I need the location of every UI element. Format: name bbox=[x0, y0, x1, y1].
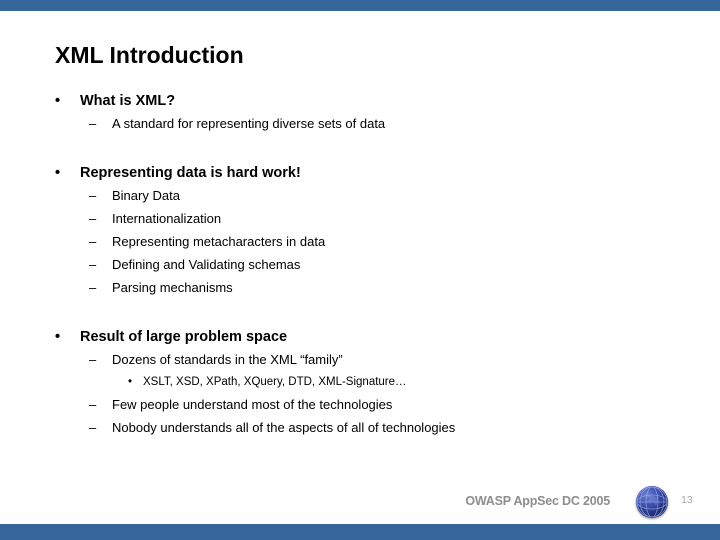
dash-marker-icon: – bbox=[89, 257, 97, 272]
bullet-level2-text: Internationalization bbox=[112, 211, 222, 226]
bullet-group: • Representing data is hard work! – Bina… bbox=[0, 162, 720, 299]
dash-marker-icon: – bbox=[89, 116, 97, 131]
dash-marker-icon: – bbox=[89, 352, 97, 367]
bullet-level2: – Representing metacharacters in data bbox=[0, 230, 720, 253]
bullet-level2: – Dozens of standards in the XML “family… bbox=[0, 348, 720, 371]
bullet-level2: – Nobody understands all of the aspects … bbox=[0, 416, 720, 439]
bullet-level2: – Internationalization bbox=[0, 207, 720, 230]
bullet-level2: – Defining and Validating schemas bbox=[0, 253, 720, 276]
bullet-level1-text: What is XML? bbox=[80, 93, 176, 109]
bullet-level1-text: Representing data is hard work! bbox=[80, 165, 301, 181]
bullet-level2-text: Representing metacharacters in data bbox=[112, 234, 326, 249]
bullet-level2: – Few people understand most of the tech… bbox=[0, 393, 720, 416]
bullet-group: • What is XML? – A standard for represen… bbox=[0, 90, 720, 135]
bullet-level2-text: Defining and Validating schemas bbox=[112, 257, 301, 272]
bullet-level2-text: Dozens of standards in the XML “family” bbox=[112, 352, 343, 367]
bullet-level2: – Parsing mechanisms bbox=[0, 276, 720, 299]
slide-top-accent-bar bbox=[0, 0, 720, 11]
bullet-level2-text: Parsing mechanisms bbox=[112, 280, 233, 295]
slide-footer: OWASP AppSec DC 2005 13 bbox=[0, 486, 720, 524]
bullet-level2-text: A standard for representing diverse sets… bbox=[112, 116, 386, 131]
owasp-globe-icon bbox=[636, 486, 668, 518]
slide-bottom-accent-bar bbox=[0, 524, 720, 540]
slide-body: • What is XML? – A standard for represen… bbox=[0, 90, 720, 439]
page-title: XML Introduction bbox=[55, 42, 244, 68]
bullet-marker-icon: • bbox=[128, 376, 133, 388]
dash-marker-icon: – bbox=[89, 234, 97, 249]
bullet-level1-text: Result of large problem space bbox=[80, 329, 288, 345]
bullet-level1: • Result of large problem space bbox=[0, 326, 720, 348]
bullet-level1: • What is XML? bbox=[0, 90, 720, 112]
bullet-level1: • Representing data is hard work! bbox=[0, 162, 720, 184]
bullet-marker-icon: • bbox=[55, 165, 61, 181]
dash-marker-icon: – bbox=[89, 397, 97, 412]
dash-marker-icon: – bbox=[89, 211, 97, 226]
dash-marker-icon: – bbox=[89, 188, 97, 203]
bullet-marker-icon: • bbox=[55, 93, 61, 109]
bullet-level3-text: XSLT, XSD, XPath, XQuery, DTD, XML-Signa… bbox=[143, 376, 407, 388]
bullet-level2: – A standard for representing diverse se… bbox=[0, 112, 720, 135]
bullet-level2-text: Binary Data bbox=[112, 188, 180, 203]
presentation-slide: XML Introduction • What is XML? – A stan… bbox=[0, 0, 720, 540]
globe-gridlines-icon bbox=[636, 486, 668, 518]
bullet-level2-text: Nobody understands all of the aspects of… bbox=[112, 420, 456, 435]
bullet-level2: – Binary Data bbox=[0, 184, 720, 207]
bullet-level3: • XSLT, XSD, XPath, XQuery, DTD, XML-Sig… bbox=[0, 371, 720, 393]
dash-marker-icon: – bbox=[89, 420, 97, 435]
dash-marker-icon: – bbox=[89, 280, 97, 295]
bullet-marker-icon: • bbox=[55, 329, 61, 345]
bullet-level2-text: Few people understand most of the techno… bbox=[112, 397, 393, 412]
conference-label: OWASP AppSec DC 2005 bbox=[465, 494, 610, 508]
globe-sphere bbox=[636, 486, 668, 518]
bullet-group: • Result of large problem space – Dozens… bbox=[0, 326, 720, 439]
slide-page-number: 13 bbox=[681, 494, 693, 506]
